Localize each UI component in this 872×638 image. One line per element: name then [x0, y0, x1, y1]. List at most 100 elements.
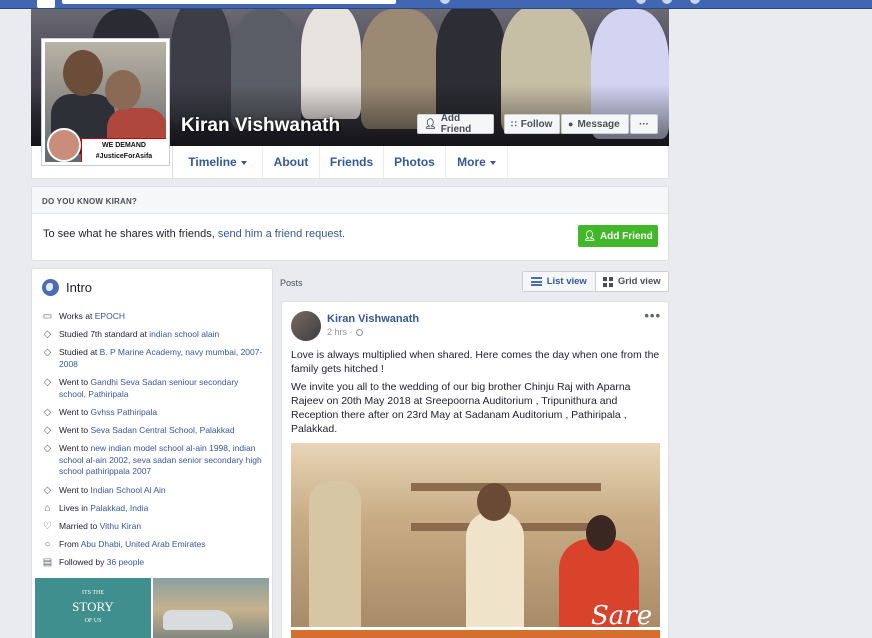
tab-timeline-label: Timeline — [188, 155, 237, 169]
intro-item: ▤ Followed by 36 people — [41, 557, 267, 569]
do-you-know-prefix: To see what he shares with friends, — [43, 228, 218, 240]
intro-item-prefix: Went to — [59, 425, 91, 435]
more-dots-icon: ··· — [639, 118, 649, 130]
notifications-icon[interactable] — [662, 0, 672, 4]
post-timestamp[interactable]: 2 hrs · — [327, 327, 363, 337]
intro-item-link[interactable]: indian school alain — [149, 329, 219, 339]
graduation-cap-icon: ◇ — [43, 485, 52, 496]
intro-item-text: Followed by 36 people — [59, 557, 144, 569]
add-friend-label: Add Friend — [440, 113, 472, 135]
do-you-know-header: DO YOU KNOW KIRAN? — [32, 187, 668, 214]
profile-name: Kiran Vishwanath — [181, 115, 341, 136]
top-navigation-bar — [0, 0, 872, 9]
grid-view-button[interactable]: Grid view — [596, 272, 669, 291]
intro-item-text: Lives in Palakkad, India — [59, 503, 148, 515]
do-you-know-text: To see what he shares with friends, send… — [43, 228, 345, 240]
intro-item-link[interactable]: Seva Sadan Central School, Palakkad — [91, 425, 235, 435]
intro-item-text: Went to Gvhss Pathiripala — [59, 407, 157, 419]
globe-icon — [355, 328, 363, 336]
graduation-cap-icon: ◇ — [43, 347, 52, 358]
grid-icon — [602, 276, 613, 287]
post-author-name[interactable]: Kiran Vishwanath — [327, 313, 419, 325]
intro-item-text: Went to Seva Sadan Central School, Palak… — [59, 425, 235, 437]
intro-item-prefix: Lives in — [59, 503, 91, 513]
tab-timeline[interactable]: Timeline — [173, 146, 263, 178]
tab-photos[interactable]: Photos — [384, 146, 446, 178]
intro-item-prefix: Went to — [59, 443, 91, 453]
post-text-1: Love is always multiplied when shared. H… — [291, 349, 660, 375]
intro-panel: Intro ▭ Works at EPOCH ◇ Studied 7th standa… — [31, 268, 273, 638]
graduation-cap-icon: ◇ — [43, 425, 52, 436]
facebook-logo-icon[interactable] — [37, 0, 55, 8]
do-you-know-panel: DO YOU KNOW KIRAN? To see what he shares… — [31, 186, 669, 261]
intro-photo-car[interactable] — [153, 578, 269, 638]
photo-brand-watermark: Sare — [591, 601, 653, 627]
intro-item-text: Went to Indian School Al Ain — [59, 485, 166, 497]
add-friend-green-label: Add Friend — [599, 230, 653, 242]
intro-item-text: Went to Gandhi Seva Sadan seniour second… — [59, 377, 267, 400]
intro-item-text: Works at EPOCH — [59, 311, 125, 323]
intro-item-prefix: Studied 7th standard at — [59, 329, 150, 339]
graduation-cap-icon: ◇ — [43, 443, 52, 454]
intro-item-text: From Abu Dhabi, United Arab Emirates — [59, 539, 205, 551]
intro-photos: ITS THE STORY OF US — [35, 578, 269, 638]
intro-item-prefix: Went to — [59, 377, 91, 387]
tab-about[interactable]: About — [263, 146, 320, 178]
tab-friends-label: Friends — [329, 155, 374, 169]
intro-item-prefix: Followed by — [59, 557, 107, 567]
post-photo-2[interactable] — [291, 630, 660, 638]
home-icon: ⌂ — [44, 503, 51, 514]
graduation-cap-icon: ◇ — [43, 407, 52, 418]
post-author-avatar[interactable] — [291, 311, 321, 341]
badge-line-1: WE DEMAND — [102, 142, 146, 149]
message-button[interactable]: ● Message — [561, 114, 629, 134]
intro-item-text: Studied at B. P Marine Academy, navy mum… — [59, 347, 267, 370]
intro-item: ◇ Studied 7th standard at indian school a… — [41, 329, 267, 341]
tab-more[interactable]: More — [446, 146, 508, 178]
messages-icon[interactable] — [636, 0, 646, 4]
profile-picture[interactable]: WE DEMAND #JusticeForAsifa — [41, 38, 170, 166]
intro-item-link[interactable]: 36 people — [107, 557, 144, 567]
list-icon — [530, 277, 542, 286]
rss-followers-icon: ▤ — [42, 557, 53, 568]
intro-item-prefix: Married to — [59, 521, 100, 531]
friend-requests-icon[interactable] — [440, 0, 450, 4]
messenger-icon: ● — [568, 119, 574, 129]
more-options-button[interactable]: ··· — [630, 114, 658, 134]
intro-item-link[interactable]: Abu Dhabi, United Arab Emirates — [81, 539, 206, 549]
intro-item-prefix: From — [59, 539, 81, 549]
search-input[interactable] — [62, 0, 396, 4]
intro-item-link[interactable]: Vithu Kiran — [100, 521, 141, 531]
intro-item-prefix: Studied at — [59, 347, 100, 357]
profile-frame-badge: WE DEMAND #JusticeForAsifa — [81, 138, 166, 162]
tab-friends[interactable]: Friends — [320, 146, 384, 178]
intro-item-link[interactable]: Palakkad, India — [90, 503, 148, 513]
tab-about-label: About — [273, 155, 309, 169]
intro-item-prefix: Went to — [59, 485, 91, 495]
intro-photo-story[interactable]: ITS THE STORY OF US — [35, 578, 151, 638]
add-friend-button[interactable]: 👤︎ Add Friend — [417, 113, 494, 135]
post-card: Kiran Vishwanath 2 hrs · ••• Love is alw… — [281, 301, 669, 638]
intro-item-text: Married to Vithu Kiran — [59, 521, 141, 533]
list-view-button[interactable]: List view — [523, 272, 596, 291]
intro-item: ♡ Married to Vithu Kiran — [41, 521, 267, 533]
intro-item: ◇ Went to Seva Sadan Central School, Pala… — [41, 425, 267, 437]
intro-item-link[interactable]: Indian School Al Ain — [91, 485, 166, 495]
intro-item: ◇ Went to new indian model school al-ain … — [41, 443, 267, 478]
post-photo[interactable]: Sare — [291, 443, 660, 627]
send-friend-request-link[interactable]: send him a friend request. — [218, 228, 345, 240]
help-icon[interactable] — [690, 0, 700, 4]
intro-title-label: Intro — [66, 280, 93, 295]
intro-item-link[interactable]: Gvhss Pathiripala — [91, 407, 158, 417]
intro-item: ◇ Went to Gvhss Pathiripala — [41, 407, 267, 419]
graduation-cap-icon: ◇ — [43, 377, 52, 388]
view-toggle: List view Grid view — [522, 271, 669, 292]
intro-item: ◇ Went to Gandhi Seva Sadan seniour secon… — [41, 377, 267, 400]
post-options-icon[interactable]: ••• — [644, 308, 661, 323]
intro-item-text: Went to new indian model school al-ain 1… — [59, 443, 267, 478]
follow-button[interactable]: ∷ Follow — [504, 114, 560, 134]
add-friend-green-button[interactable]: 👤︎ Add Friend — [578, 225, 658, 247]
intro-title: Intro — [42, 279, 92, 296]
graduation-cap-icon: ◇ — [43, 329, 52, 340]
intro-item-link[interactable]: EPOCH — [95, 311, 125, 321]
